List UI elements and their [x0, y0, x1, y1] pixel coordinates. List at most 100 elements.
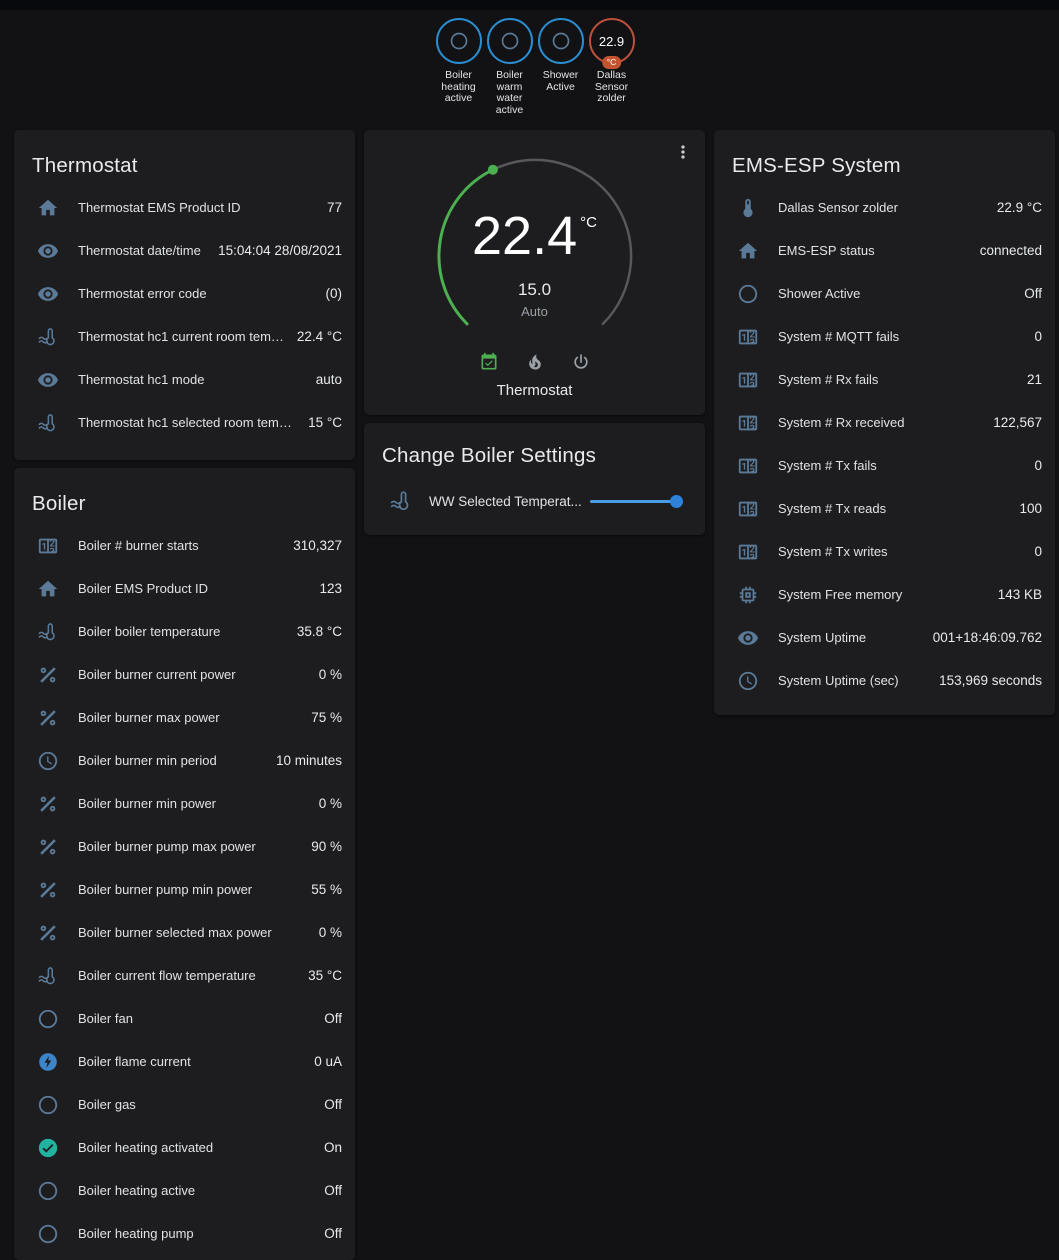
entity-name: Thermostat	[364, 382, 705, 399]
more-options-icon[interactable]	[671, 140, 695, 164]
boiler-entities-card: Boiler Boiler # burner starts310,327Boil…	[14, 468, 355, 1260]
entity-row[interactable]: System # Tx reads100	[714, 487, 1055, 530]
entity-value: 100	[1019, 501, 1042, 516]
ww-temperature-row: WW Selected Temperat...	[364, 485, 705, 517]
percent-icon	[36, 792, 60, 816]
entity-label: Boiler burner current power	[78, 667, 319, 682]
entity-label: Thermostat hc1 selected room temper...	[78, 415, 308, 430]
entity-value: 123	[319, 581, 342, 596]
entity-row[interactable]: System # Tx writes0	[714, 530, 1055, 573]
entity-row[interactable]: Boiler burner min period10 minutes	[14, 739, 355, 782]
entity-row[interactable]: System # Rx received122,567	[714, 401, 1055, 444]
entity-row[interactable]: Thermostat hc1 selected room temper...15…	[14, 401, 355, 444]
entity-row[interactable]: Boiler # burner starts310,327	[14, 524, 355, 567]
percent-icon	[36, 663, 60, 687]
ww-temperature-slider[interactable]	[590, 494, 682, 508]
counter-icon	[36, 534, 60, 558]
flash-circle-icon	[36, 1050, 60, 1074]
entity-row[interactable]: Boiler flame current0 uA	[14, 1040, 355, 1083]
home-icon	[736, 239, 760, 263]
entity-row[interactable]: Boiler boiler temperature35.8 °C	[14, 610, 355, 653]
power-off-icon[interactable]	[571, 352, 591, 372]
slider-fill	[590, 500, 682, 503]
coolant-icon	[36, 325, 60, 349]
heat-mode-icon[interactable]	[525, 352, 545, 372]
entity-row[interactable]: Boiler burner selected max power0 %	[14, 911, 355, 954]
entity-row[interactable]: System # Tx fails0	[714, 444, 1055, 487]
badge-shower-active[interactable]: Shower Active	[535, 18, 586, 93]
eye-icon	[736, 626, 760, 650]
entity-row[interactable]: Boiler EMS Product ID123	[14, 567, 355, 610]
gauge-handle[interactable]	[487, 165, 497, 175]
entity-row[interactable]: System # Rx fails21	[714, 358, 1055, 401]
badge-boiler-warm-water-active[interactable]: Boiler warm water active	[484, 18, 535, 116]
entity-row[interactable]: Thermostat EMS Product ID77	[14, 186, 355, 229]
entity-row[interactable]: Thermostat error code(0)	[14, 272, 355, 315]
entity-row[interactable]: System Uptime001+18:46:09.762	[714, 616, 1055, 659]
entity-row[interactable]: Boiler fanOff	[14, 997, 355, 1040]
entity-row[interactable]: EMS-ESP statusconnected	[714, 229, 1055, 272]
badge-dallas-sensor-zolder[interactable]: 22.9°CDallas Sensor zolder	[586, 18, 637, 105]
badge-circle: 22.9°C	[589, 18, 635, 64]
entity-row[interactable]: Boiler burner min power0 %	[14, 782, 355, 825]
home-icon	[36, 196, 60, 220]
clock-icon	[36, 749, 60, 773]
circle-icon	[551, 31, 571, 51]
entity-row[interactable]: System # MQTT fails0	[714, 315, 1055, 358]
clock-icon	[736, 669, 760, 693]
thermostat-dial-card: 22.4°C 15.0 Auto Thermostat	[364, 130, 705, 415]
entity-value: 310,327	[293, 538, 342, 553]
entity-row[interactable]: Boiler burner pump max power90 %	[14, 825, 355, 868]
entity-label: System Uptime (sec)	[778, 673, 939, 688]
circle-icon	[449, 31, 469, 51]
app-header	[0, 0, 1059, 10]
entity-label: System Uptime	[778, 630, 933, 645]
badge-value: 22.9	[599, 34, 624, 49]
entity-rows: Boiler # burner starts310,327Boiler EMS …	[14, 524, 355, 1255]
dashboard-page: { "colors": { "page_bg": "#121214", "top…	[0, 0, 1059, 1249]
entity-row[interactable]: Boiler heating activeOff	[14, 1169, 355, 1212]
entity-value: 77	[327, 200, 342, 215]
slider-knob[interactable]	[670, 495, 683, 508]
entity-value: 0 uA	[314, 1054, 342, 1069]
entity-row[interactable]: System Free memory143 KB	[714, 573, 1055, 616]
entity-row[interactable]: Shower ActiveOff	[714, 272, 1055, 315]
entity-row[interactable]: Thermostat hc1 modeauto	[14, 358, 355, 401]
circle-icon	[500, 31, 520, 51]
counter-icon	[736, 411, 760, 435]
circle-icon	[736, 282, 760, 306]
entity-value: 0	[1034, 458, 1042, 473]
entity-value: 75 %	[311, 710, 342, 725]
entity-value: 15:04:04 28/08/2021	[218, 243, 342, 258]
entity-row[interactable]: Boiler current flow temperature35 °C	[14, 954, 355, 997]
schedule-mode-icon[interactable]	[479, 352, 499, 372]
entity-value: Off	[324, 1183, 342, 1198]
badge-unit: °C	[602, 56, 622, 70]
badge-boiler-heating-active[interactable]: Boiler heating active	[433, 18, 484, 105]
entity-label: Boiler burner pump min power	[78, 882, 311, 897]
entity-row[interactable]: System Uptime (sec)153,969 seconds	[714, 659, 1055, 702]
badge-label: Dallas Sensor zolder	[586, 70, 637, 105]
entity-row[interactable]: Boiler burner pump min power55 %	[14, 868, 355, 911]
entity-value: 22.4 °C	[297, 329, 342, 344]
entity-label: Thermostat error code	[78, 286, 326, 301]
entity-label: Boiler burner min period	[78, 753, 276, 768]
circle-icon	[36, 1222, 60, 1246]
entity-row[interactable]: Thermostat date/time15:04:04 28/08/2021	[14, 229, 355, 272]
entity-label: System # Rx fails	[778, 372, 1027, 387]
entity-row[interactable]: Boiler burner max power75 %	[14, 696, 355, 739]
entity-row[interactable]: Thermostat hc1 current room temper...22.…	[14, 315, 355, 358]
entity-label: System # Tx fails	[778, 458, 1034, 473]
entity-rows: Dallas Sensor zolder22.9 °CEMS-ESP statu…	[714, 186, 1055, 702]
badge-circle	[487, 18, 533, 64]
card-title: Boiler	[14, 468, 355, 524]
entity-value: auto	[316, 372, 342, 387]
entity-row[interactable]: Dallas Sensor zolder22.9 °C	[714, 186, 1055, 229]
entity-row[interactable]: Boiler heating activatedOn	[14, 1126, 355, 1169]
entity-label: System Free memory	[778, 587, 998, 602]
entity-row[interactable]: Boiler gasOff	[14, 1083, 355, 1126]
entity-label: Boiler heating pump	[78, 1226, 324, 1241]
circle-icon	[36, 1007, 60, 1031]
temperature-unit: °C	[580, 214, 597, 231]
entity-row[interactable]: Boiler burner current power0 %	[14, 653, 355, 696]
